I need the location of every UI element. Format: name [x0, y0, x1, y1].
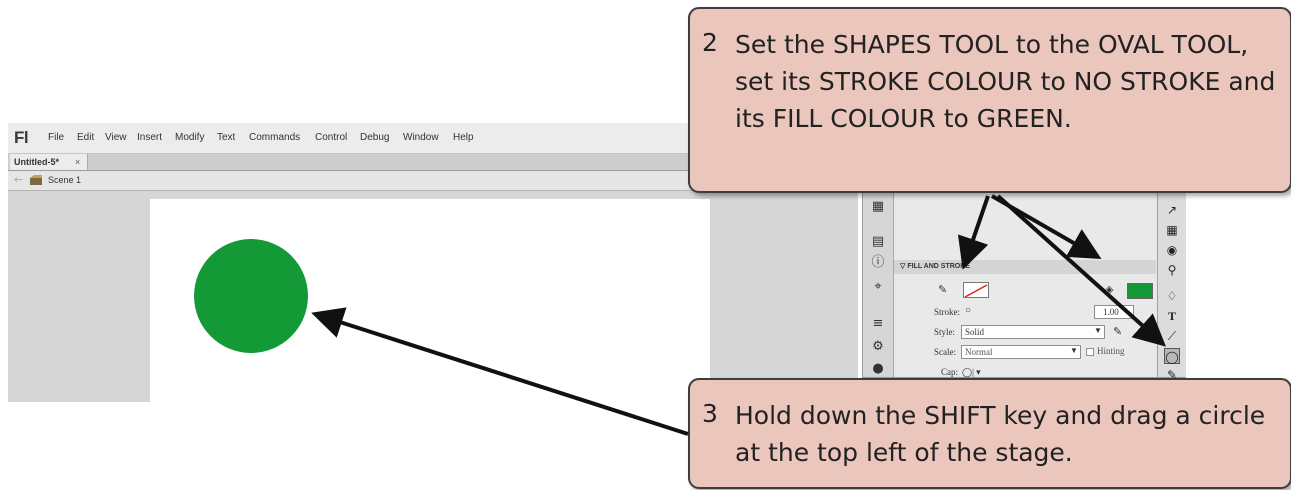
bucket-icon: ◈ — [1105, 284, 1114, 296]
menu-insert[interactable]: Insert — [137, 132, 162, 143]
free-transform-tool-icon[interactable]: ▦ — [1164, 222, 1180, 238]
step-3-text: Hold down the SHIFT key and drag a circl… — [735, 401, 1266, 467]
scale-dropdown[interactable]: Normal ▼ — [961, 345, 1081, 359]
menu-text[interactable]: Text — [217, 132, 235, 143]
fill-stroke-section-title: FILL AND STROKE — [907, 263, 970, 270]
align-icon[interactable]: ▤ — [870, 234, 886, 250]
fill-colour-swatch[interactable] — [1127, 283, 1153, 299]
collapse-chevron-icon: ▽ — [900, 263, 906, 270]
fill-stroke-section-header[interactable]: ▽ FILL AND STROKE — [894, 260, 1156, 274]
stage[interactable] — [150, 199, 710, 402]
transform-icon[interactable]: ⌖ — [870, 279, 886, 295]
cap-label: Cap: — [941, 367, 958, 377]
scene-icon — [30, 175, 42, 185]
tools-panel: ↗ ▦ ◉ ⚲ ♢ T ⟋ ◯ ✎ — [1157, 187, 1186, 382]
chevron-down-icon: ▼ — [1070, 346, 1078, 355]
menu-control[interactable]: Control — [315, 132, 347, 143]
actions-icon[interactable]: ≡ — [870, 316, 886, 332]
app-logo: Fl — [14, 128, 29, 147]
close-tab-icon[interactable]: × — [75, 154, 80, 170]
hinting-label: Hinting — [1097, 346, 1125, 356]
stroke-slider-thumb[interactable]: ○ — [965, 305, 971, 316]
oval-tool-icon[interactable]: ◯ — [1164, 348, 1180, 364]
panel-dock: ▦ ▤ ⓘ ⌖ ≡ ⚙ ● — [863, 187, 894, 377]
no-stroke-icon — [964, 284, 988, 297]
menu-modify[interactable]: Modify — [175, 132, 204, 143]
stroke-value-field[interactable]: 1.00 — [1094, 305, 1134, 319]
menu-window[interactable]: Window — [403, 132, 439, 143]
chevron-down-icon: ▼ — [1094, 326, 1102, 335]
line-tool-icon[interactable]: ⟋ — [1164, 328, 1180, 344]
style-value: Solid — [965, 327, 985, 337]
document-tab-label: Untitled-5* — [14, 157, 59, 167]
cap-dropdown[interactable]: ◯| ▾ — [962, 367, 981, 378]
motion-presets-icon[interactable]: ● — [870, 361, 886, 377]
subselection-tool-icon[interactable]: ↗ — [1164, 202, 1180, 218]
pen-tool-icon[interactable]: ♢ — [1164, 288, 1180, 304]
stroke-colour-swatch[interactable] — [963, 282, 989, 298]
menu-file[interactable]: File — [48, 132, 64, 143]
stroke-label: Stroke: — [934, 307, 960, 317]
style-label: Style: — [934, 327, 956, 337]
menu-edit[interactable]: Edit — [77, 132, 94, 143]
properties-panel: ▦ ▤ ⓘ ⌖ ≡ ⚙ ● ▽ FILL AND STROKE ✎ ◈ Stro… — [862, 186, 1186, 382]
back-arrow-icon[interactable]: ← — [14, 173, 23, 186]
edit-stroke-style-icon[interactable]: ✎ — [1113, 325, 1122, 338]
pasteboard — [8, 191, 858, 402]
3d-rotation-tool-icon[interactable]: ◉ — [1164, 242, 1180, 258]
scale-value: Normal — [965, 347, 993, 357]
info-icon[interactable]: ⓘ — [870, 255, 886, 271]
menu-view[interactable]: View — [105, 132, 127, 143]
menu-debug[interactable]: Debug — [360, 132, 389, 143]
step-3-callout: 3 Hold down the SHIFT key and drag a cir… — [688, 378, 1291, 489]
style-dropdown[interactable]: Solid ▼ — [961, 325, 1105, 339]
step-2-number: 2 — [702, 28, 718, 57]
library-icon[interactable]: ▦ — [870, 199, 886, 215]
pencil-icon: ✎ — [938, 284, 948, 296]
lasso-tool-icon[interactable]: ⚲ — [1164, 262, 1180, 278]
menu-help[interactable]: Help — [453, 132, 474, 143]
scene-label[interactable]: Scene 1 — [48, 175, 81, 185]
stroke-value: 1.00 — [1103, 307, 1119, 317]
document-tab[interactable]: Untitled-5* × — [10, 154, 88, 170]
hinting-checkbox[interactable] — [1086, 348, 1094, 356]
text-tool-icon[interactable]: T — [1164, 308, 1180, 324]
scale-label: Scale: — [934, 347, 956, 357]
green-circle[interactable] — [194, 239, 308, 353]
properties-content: ▽ FILL AND STROKE ✎ ◈ Stroke: ○ 1.00 Sty… — [894, 187, 1156, 377]
step-2-callout: 2 Set the SHAPES TOOL to the OVAL TOOL, … — [688, 7, 1291, 193]
components-icon[interactable]: ⚙ — [870, 339, 886, 355]
step-2-text: Set the SHAPES TOOL to the OVAL TOOL, se… — [735, 30, 1276, 133]
menu-commands[interactable]: Commands — [249, 132, 300, 143]
step-3-number: 3 — [702, 399, 718, 428]
